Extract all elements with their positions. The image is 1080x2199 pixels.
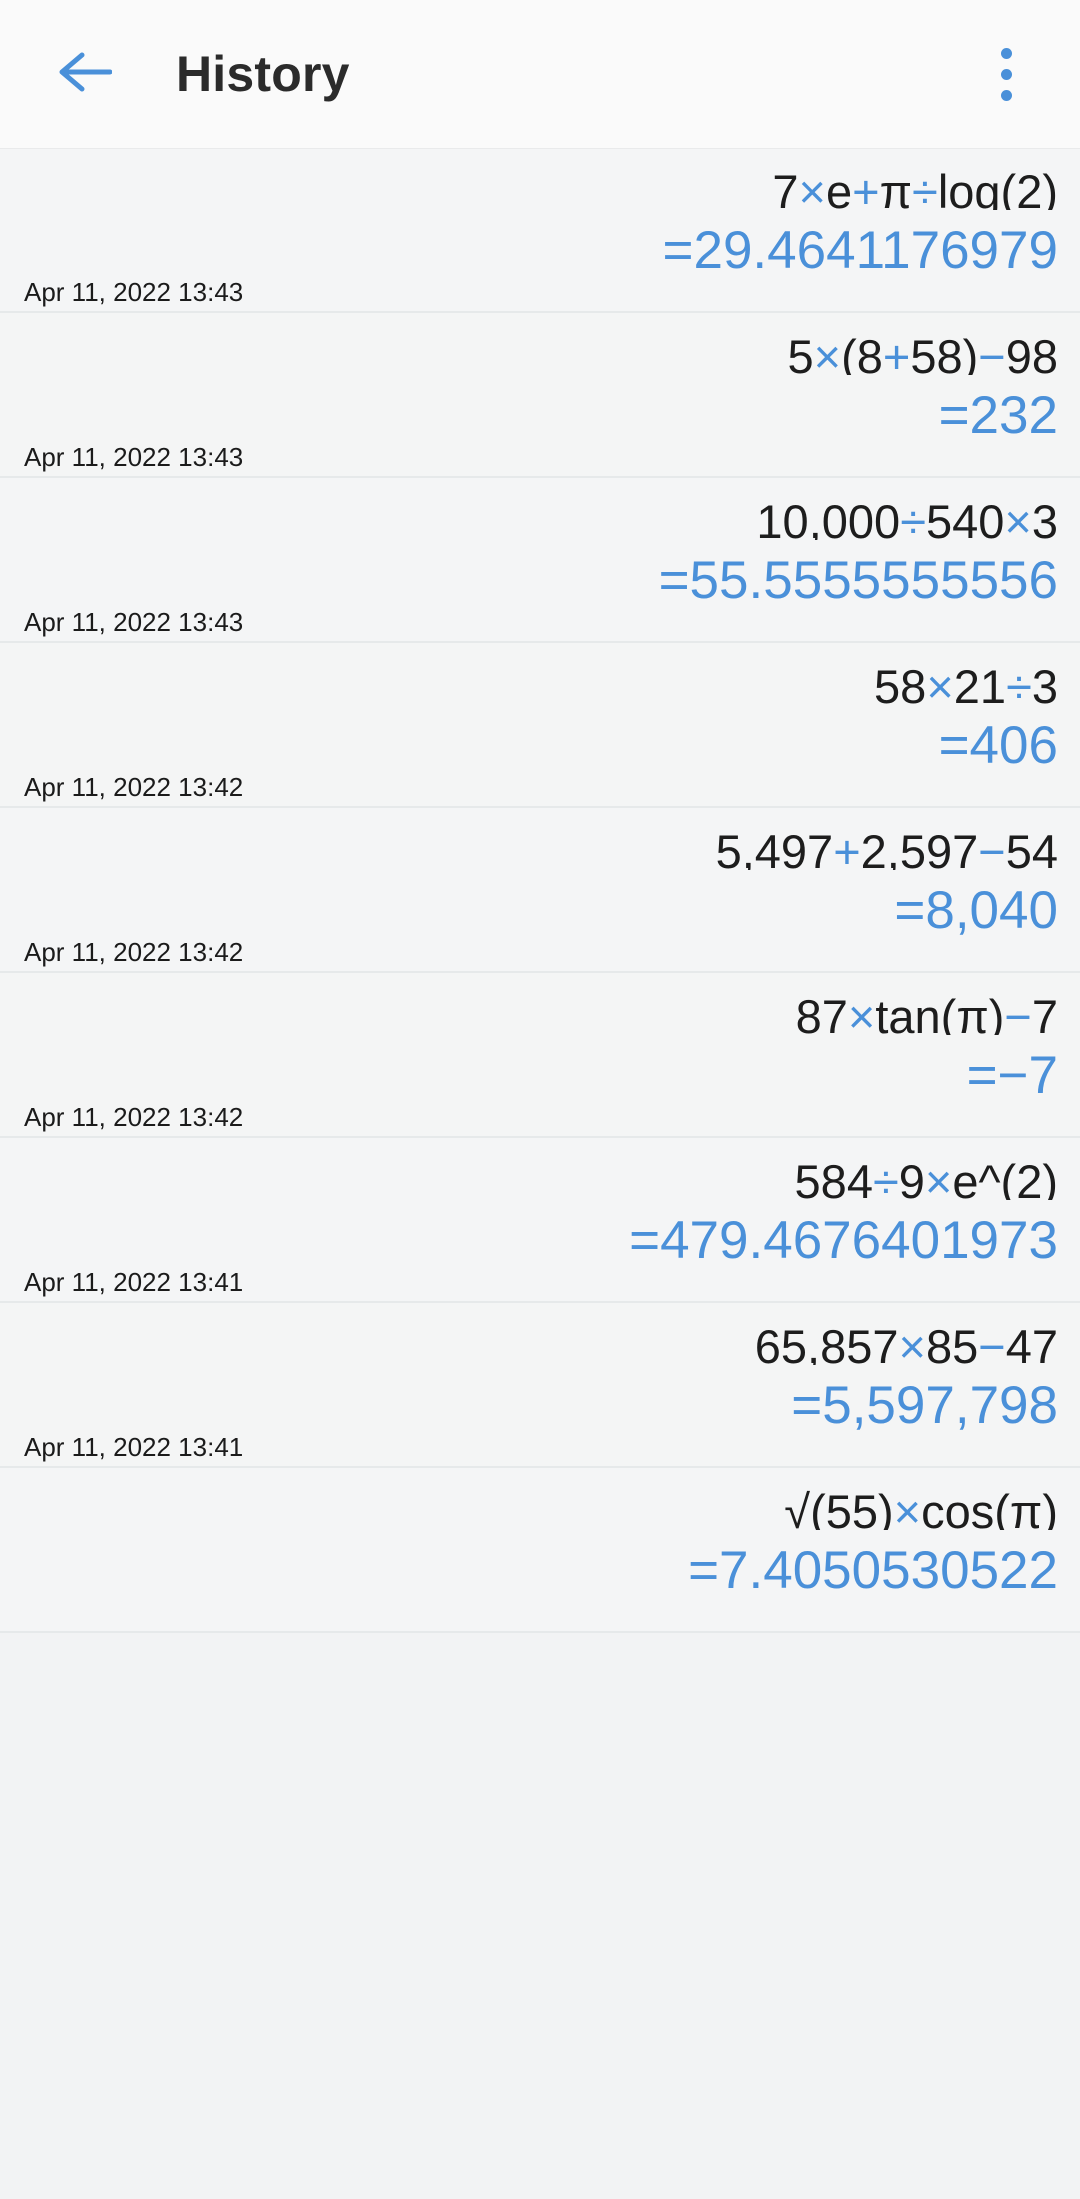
operand-token: 540 [925,495,1005,540]
operand-token: 10,000 [756,495,901,540]
history-timestamp: Apr 11, 2022 13:42 [24,1102,244,1132]
operand-token: 47 [1005,1320,1058,1365]
operand-token: 58 [874,660,927,705]
operand-token: 7 [1031,990,1058,1035]
history-expression: 5,497+2,597−54 [24,808,1058,870]
history-item[interactable]: 5,497+2,597−54 =8,040 Apr 11, 2022 13:42 [0,808,1080,973]
history-expression: 5×(8+58)−98 [24,313,1058,375]
history-screen: History 7×e+π÷log(2) =29.4641176979 Apr 11… [0,0,1080,2199]
operator-token: × [1004,495,1032,540]
back-button[interactable] [46,35,124,113]
operator-token: × [798,165,826,210]
history-timestamp: Apr 11, 2022 13:41 [24,1432,244,1462]
operator-token: + [882,330,911,375]
history-timestamp: Apr 11, 2022 13:43 [24,277,244,307]
operator-token: − [978,330,1006,375]
operator-token: + [833,825,861,870]
history-result: =55.5555555556 [658,551,1058,606]
history-item[interactable]: 65,857×85−47 =5,597,798 Apr 11, 2022 13:41 [0,1303,1080,1468]
operand-token: 98 [1005,330,1058,375]
operator-token: ÷ [900,495,926,540]
history-timestamp: Apr 11, 2022 13:42 [24,937,244,967]
operand-token: 2,597 [860,825,979,870]
operand-token: 584 [794,1155,873,1200]
operand-token: tan(π) [875,990,1005,1035]
arrow-left-icon [58,50,113,99]
more-vertical-icon-dot-2 [1000,68,1012,80]
operator-token: × [813,330,842,375]
history-result: =8,040 [894,881,1058,936]
operator-token: × [924,1155,953,1200]
operand-token: 3 [1031,495,1058,540]
operator-token: × [847,990,876,1035]
operator-token: × [926,660,954,705]
history-timestamp: Apr 11, 2022 13:43 [24,607,244,637]
operator-token: ÷ [872,1155,899,1200]
operand-token: e^(2) [952,1155,1058,1200]
operand-token: 58) [910,330,979,375]
operand-token: π [879,165,913,210]
operand-token: 65,857 [754,1320,899,1365]
history-result: =479.4676401973 [629,1211,1058,1266]
history-result: =232 [938,386,1058,441]
operand-token: (8 [841,330,883,375]
operand-token: e [826,165,853,210]
operand-token: 54 [1005,825,1058,870]
history-timestamp: Apr 11, 2022 13:42 [24,772,244,802]
history-item[interactable]: 58×21÷3 =406 Apr 11, 2022 13:42 [0,643,1080,808]
history-list[interactable]: 7×e+π÷log(2) =29.4641176979 Apr 11, 2022 1… [0,148,1080,2199]
operator-token: × [898,1320,926,1365]
page-title: History [176,46,350,102]
operator-token: ÷ [1006,660,1032,705]
history-expression: 65,857×85−47 [24,1303,1058,1365]
history-item[interactable]: 5×(8+58)−98 =232 Apr 11, 2022 13:43 [0,313,1080,478]
history-expression: √(55)×cos(π) [24,1468,1058,1530]
operand-token: 21 [953,660,1007,705]
operator-token: − [1004,990,1032,1035]
history-expression: 87×tan(π)−7 [24,973,1058,1035]
history-result: =29.4641176979 [662,221,1058,276]
operand-token: 3 [1031,660,1058,705]
operator-token: ÷ [912,165,938,210]
history-result: =5,597,798 [791,1376,1058,1431]
operand-token: 9 [898,1155,925,1200]
operand-token: 87 [795,990,848,1035]
operand-token: 5 [787,330,814,375]
history-item[interactable]: 87×tan(π)−7 =−7 Apr 11, 2022 13:42 [0,973,1080,1138]
history-expression: 58×21÷3 [24,643,1058,705]
history-item[interactable]: 10,000÷540×3 =55.5555555556 Apr 11, 2022 1… [0,478,1080,643]
operator-token: + [852,165,880,210]
operand-token: 85 [925,1320,979,1365]
history-expression: 584÷9×e^(2) [24,1138,1058,1200]
operator-token: − [978,825,1006,870]
operand-token: log(2) [937,165,1058,210]
app-bar: History [0,0,1080,148]
operator-token: − [978,1320,1006,1365]
operand-token: 7 [772,165,799,210]
history-result: =7.4050530522 [688,1541,1058,1596]
history-item[interactable]: 7×e+π÷log(2) =29.4641176979 Apr 11, 2022 1… [0,148,1080,313]
history-item[interactable]: √(55)×cos(π) =7.4050530522 [0,1468,1080,1633]
operand-token: 5,497 [715,825,834,870]
more-vertical-icon [1000,47,1012,59]
history-expression: 10,000÷540×3 [24,478,1058,540]
history-expression: 7×e+π÷log(2) [24,148,1058,210]
history-timestamp: Apr 11, 2022 13:43 [24,442,244,472]
operand-token: cos(π) [921,1485,1058,1530]
history-result: =406 [938,716,1058,771]
operator-token: × [893,1485,922,1530]
history-item[interactable]: 584÷9×e^(2) =479.4676401973 Apr 11, 2022 1… [0,1138,1080,1303]
operand-token: √(55) [784,1485,894,1530]
overflow-menu-button[interactable] [966,31,1046,117]
history-timestamp: Apr 11, 2022 13:41 [24,1267,244,1297]
history-result: =−7 [966,1046,1058,1101]
more-vertical-icon-dot-3 [1000,89,1012,101]
